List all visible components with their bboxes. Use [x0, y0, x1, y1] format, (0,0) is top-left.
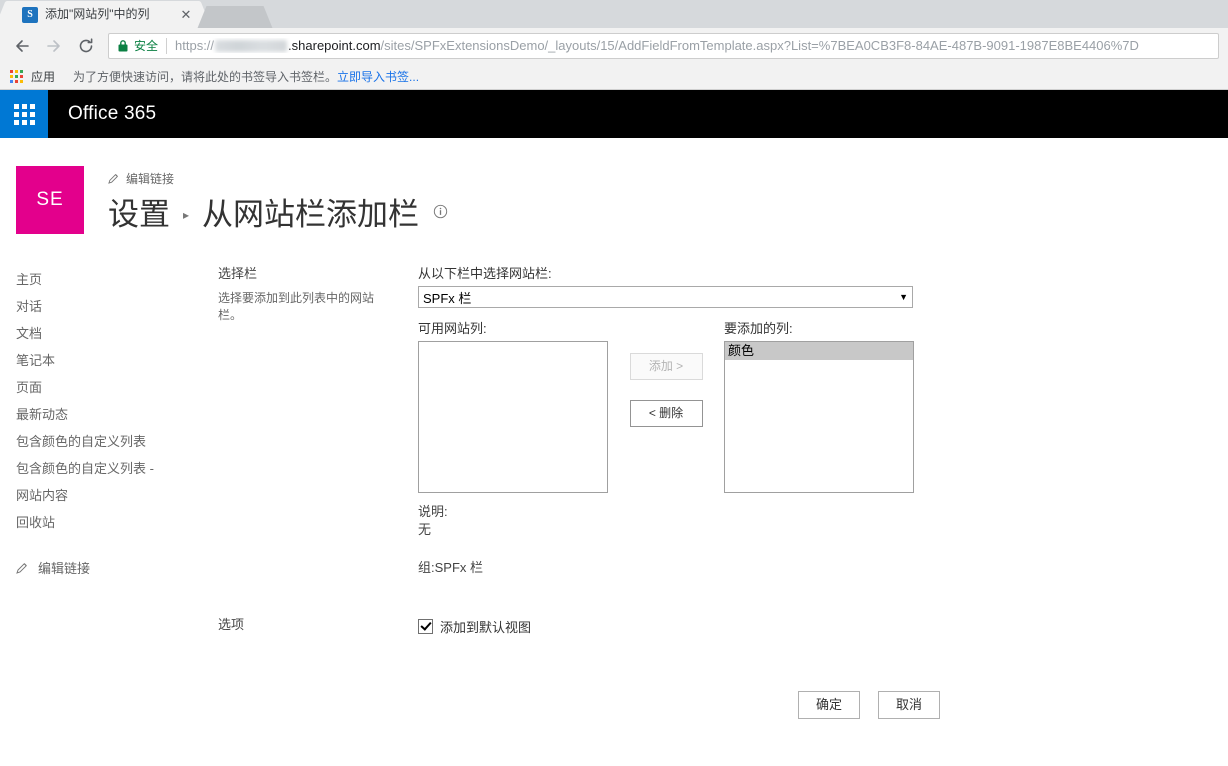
select-column-title: 选择栏: [218, 266, 258, 281]
sidebar-item-custom-list-colors-2[interactable]: 包含颜色的自定义列表 -: [16, 455, 208, 482]
close-icon[interactable]: ✕: [178, 7, 194, 23]
url-host: .sharepoint.com: [288, 38, 381, 53]
pencil-icon: [16, 562, 28, 574]
cancel-button[interactable]: 取消: [878, 691, 940, 719]
checkbox-icon[interactable]: [418, 619, 433, 634]
breadcrumb-settings[interactable]: 设置: [108, 189, 170, 234]
available-columns-listbox[interactable]: [418, 341, 608, 493]
breadcrumb-separator-icon: ▸: [183, 208, 190, 222]
page-root: SE 编辑链接 设置 ▸ 从网站栏添加栏 主页 对话 文档 笔记本 页面 最新动…: [0, 138, 1228, 719]
ok-button[interactable]: 确定: [798, 691, 860, 719]
browser-tab[interactable]: S 添加"网站列"中的列 ✕: [8, 1, 198, 28]
options-label-block: 选项: [218, 617, 418, 641]
page-title: 从网站栏添加栏: [202, 197, 420, 232]
select-column-fields: 从以下栏中选择网站栏: SPFx 栏 ▼ 可用网站列: 添加 > < 删除 要添…: [418, 266, 1228, 577]
waffle-icon[interactable]: [0, 90, 48, 138]
add-button[interactable]: 添加 >: [629, 353, 703, 380]
waffle-grid: [13, 103, 35, 125]
import-bookmarks-link[interactable]: 立即导入书签...: [337, 68, 419, 85]
column-pickers: 可用网站列: 添加 > < 删除 要添加的列: 颜色: [418, 321, 1228, 493]
page-body: 主页 对话 文档 笔记本 页面 最新动态 包含颜色的自定义列表 包含颜色的自定义…: [0, 234, 1228, 719]
left-navigation: 主页 对话 文档 笔记本 页面 最新动态 包含颜色的自定义列表 包含颜色的自定义…: [0, 266, 208, 719]
description-value: 无: [418, 522, 432, 537]
breadcrumb: 设置 ▸ 从网站栏添加栏: [108, 189, 448, 234]
options-section: 选项 添加到默认视图: [218, 617, 1228, 641]
available-columns-block: 可用网站列:: [418, 321, 608, 493]
edit-links-top-label: 编辑链接: [126, 172, 175, 186]
sidebar-item-site-contents[interactable]: 网站内容: [16, 482, 208, 509]
new-tab-button[interactable]: [208, 6, 262, 28]
bookmarks-bar: 应用 为了方便快速访问，请将此处的书签导入书签栏。 立即导入书签...: [0, 63, 1228, 90]
tab-title: 添加"网站列"中的列: [45, 7, 150, 21]
sidebar-item-pages[interactable]: 页面: [16, 374, 208, 401]
column-description-block: 说明: 无 组:SPFx 栏: [418, 503, 1228, 577]
sidebar-item-custom-list-colors[interactable]: 包含颜色的自定义列表: [16, 428, 208, 455]
picker-buttons: 添加 > < 删除: [608, 321, 724, 427]
back-arrow-icon[interactable]: [9, 33, 35, 59]
forward-arrow-icon: [41, 33, 67, 59]
selected-columns-block: 要添加的列: 颜色: [724, 321, 914, 493]
selected-columns-listbox[interactable]: 颜色: [724, 341, 914, 493]
url-text: https:// .sharepoint.com/sites/SPFxExtens…: [175, 38, 1139, 53]
tab-strip: S 添加"网站列"中的列 ✕: [0, 0, 1228, 28]
edit-links-top[interactable]: 编辑链接: [108, 170, 448, 187]
available-columns-label: 可用网站列:: [418, 321, 487, 336]
dialog-footer: 确定 取消: [218, 691, 1228, 719]
page-title-block: 编辑链接 设置 ▸ 从网站栏添加栏: [108, 166, 448, 234]
select-column-label-block: 选择栏 选择要添加到此列表中的网站栏。: [218, 266, 418, 577]
group-select-label: 从以下栏中选择网站栏:: [418, 266, 552, 281]
add-to-default-view-row[interactable]: 添加到默认视图: [418, 617, 1228, 636]
sidebar-item-recycle-bin[interactable]: 回收站: [16, 509, 208, 536]
sidebar-edit-links[interactable]: 编辑链接: [16, 558, 208, 577]
page-header: SE 编辑链接 设置 ▸ 从网站栏添加栏: [0, 138, 1228, 234]
apps-grid-icon[interactable]: [10, 69, 23, 83]
sidebar-item-documents[interactable]: 文档: [16, 320, 208, 347]
omnibox-divider: [166, 37, 168, 54]
group-info: 组:SPFx 栏: [418, 560, 484, 575]
options-fields: 添加到默认视图: [418, 617, 1228, 641]
selected-columns-label: 要添加的列:: [724, 321, 793, 336]
sharepoint-icon: S: [22, 6, 38, 23]
lock-icon: [117, 39, 129, 53]
main-content: 选择栏 选择要添加到此列表中的网站栏。 从以下栏中选择网站栏: SPFx 栏 ▼…: [208, 266, 1228, 719]
apps-label[interactable]: 应用: [31, 68, 55, 85]
browser-toolbar: 安全 https:// .sharepoint.com/sites/SPFxExt…: [0, 28, 1228, 63]
info-icon[interactable]: [433, 204, 448, 219]
url-path: /sites/SPFxExtensionsDemo/_layouts/15/Ad…: [380, 38, 1139, 53]
sidebar-item-notebook[interactable]: 笔记本: [16, 347, 208, 374]
url-scheme: https://: [175, 38, 215, 53]
add-to-default-view-label: 添加到默认视图: [440, 620, 532, 635]
reload-icon[interactable]: [73, 33, 99, 59]
description-label: 说明:: [418, 504, 448, 519]
url-host-redacted: [215, 39, 288, 52]
options-title: 选项: [218, 617, 245, 632]
remove-button[interactable]: < 删除: [629, 400, 703, 427]
browser-chrome: S 添加"网站列"中的列 ✕ 安全 https:// .sharepoint.co…: [0, 0, 1228, 90]
select-column-description: 选择要添加到此列表中的网站栏。: [218, 291, 375, 322]
list-item[interactable]: 颜色: [725, 342, 913, 360]
sidebar-edit-links-label: 编辑链接: [38, 561, 91, 576]
sidebar-item-conversations[interactable]: 对话: [16, 293, 208, 320]
office365-suite-bar: Office 365: [0, 90, 1228, 138]
sidebar-item-home[interactable]: 主页: [16, 266, 208, 293]
sidebar-item-recent[interactable]: 最新动态: [16, 401, 208, 428]
address-bar[interactable]: 安全 https:// .sharepoint.com/sites/SPFxExt…: [108, 32, 1219, 59]
suite-title[interactable]: Office 365: [68, 103, 156, 125]
chevron-down-icon: ▼: [899, 292, 908, 302]
site-logo: SE: [16, 166, 84, 234]
select-column-section: 选择栏 选择要添加到此列表中的网站栏。 从以下栏中选择网站栏: SPFx 栏 ▼…: [218, 266, 1228, 577]
secure-label: 安全: [134, 39, 159, 53]
group-select-dropdown[interactable]: SPFx 栏 ▼: [418, 286, 913, 308]
group-select-value: SPFx 栏: [423, 290, 472, 306]
bookmark-hint: 为了方便快速访问，请将此处的书签导入书签栏。: [73, 69, 338, 84]
pencil-icon: [108, 173, 119, 184]
